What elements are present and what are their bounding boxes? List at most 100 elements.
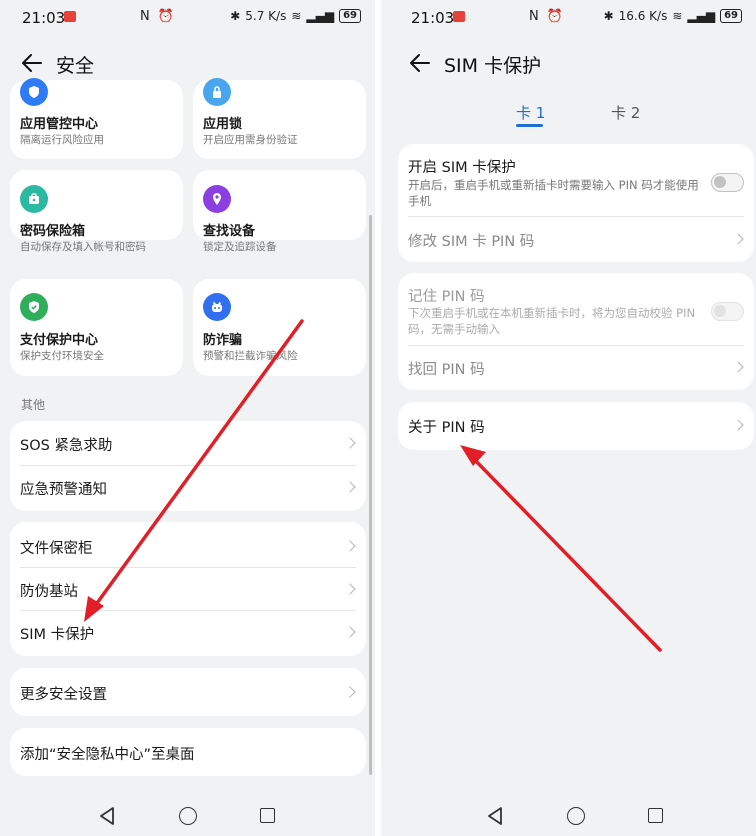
row-fake-base-station[interactable]: 防伪基站 xyxy=(10,568,366,610)
section-label-other: 其他 xyxy=(21,398,46,412)
tab-sim-1[interactable]: 卡 1 xyxy=(516,102,545,123)
nav-bar xyxy=(0,796,375,836)
tile-subtitle: 锁定及追踪设备 xyxy=(203,241,277,253)
tile-subtitle: 保护支付环境安全 xyxy=(20,350,104,362)
safe-box-icon xyxy=(20,185,48,213)
chevron-right-icon xyxy=(344,686,356,698)
row-label: 应急预警通知 xyxy=(20,482,107,498)
setting-description: 开启后，重启手机或重新插卡时需要输入 PIN 码才能使用手机 xyxy=(408,178,699,208)
chevron-right-icon xyxy=(344,540,356,552)
tile-subtitle: 开启应用需身份验证 xyxy=(203,134,298,146)
row-label: 修改 SIM 卡 PIN 码 xyxy=(408,234,535,250)
status-bar: 21:03 N ⏰ ✱ 5.7 K/s ≋ ▂▄▆ 69 xyxy=(0,0,375,36)
back-arrow-icon[interactable] xyxy=(408,52,432,74)
tile-subtitle: 预警和拦截诈骗风险 xyxy=(203,350,298,362)
tile-anti-fraud[interactable]: 防诈骗 预警和拦截诈骗风险 xyxy=(193,279,366,376)
chevron-right-icon xyxy=(344,481,356,493)
card-enable-protection: 开启 SIM 卡保护 开启后，重启手机或重新插卡时需要输入 PIN 码才能使用手… xyxy=(398,144,754,262)
shield-check-icon xyxy=(20,293,48,321)
status-icons: N ⏰ xyxy=(529,9,566,24)
page-title: SIM 卡保护 xyxy=(444,55,542,77)
row-file-safe[interactable]: 文件保密柜 xyxy=(10,522,366,566)
notification-icon xyxy=(64,11,76,22)
chevron-right-icon xyxy=(732,233,744,245)
chevron-right-icon xyxy=(732,361,744,373)
setting-title: 记住 PIN 码 xyxy=(408,289,485,305)
tile-find-device[interactable]: 查找设备 锁定及追踪设备 xyxy=(193,170,366,253)
tile-title: 防诈骗 xyxy=(203,333,243,348)
status-bar: 21:03 N ⏰ ✱ 16.6 K/s ≋ ▂▄▆ 69 xyxy=(381,0,756,36)
nav-back-icon[interactable] xyxy=(486,806,504,826)
setting-title: 开启 SIM 卡保护 xyxy=(408,160,516,176)
remember-pin-toggle[interactable] xyxy=(711,302,744,321)
row-sos[interactable]: SOS 紧急求助 xyxy=(10,421,366,465)
row-label: SOS 紧急求助 xyxy=(20,438,113,454)
status-time: 21:03 xyxy=(22,9,66,27)
battery-icon: 69 xyxy=(720,9,742,23)
chevron-right-icon xyxy=(344,583,356,595)
network-speed: 5.7 K/s xyxy=(245,9,287,23)
row-label: 防伪基站 xyxy=(20,584,78,600)
tile-title: 支付保护中心 xyxy=(20,333,99,348)
tile-subtitle: 自动保存及填入帐号和密码 xyxy=(20,241,146,253)
bluetooth-icon: ✱ xyxy=(230,9,241,23)
row-label: 文件保密柜 xyxy=(20,541,93,557)
row-label: 更多安全设置 xyxy=(20,687,107,703)
tab-sim-2[interactable]: 卡 2 xyxy=(611,102,640,123)
nav-back-icon[interactable] xyxy=(98,806,116,826)
tile-title: 应用锁 xyxy=(203,117,243,132)
nav-recent-icon[interactable] xyxy=(260,808,275,823)
enable-protection-toggle[interactable] xyxy=(711,173,744,192)
row-label: 添加“安全隐私中心”至桌面 xyxy=(20,747,195,763)
row-add-to-desktop[interactable]: 添加“安全隐私中心”至桌面 xyxy=(10,728,366,776)
status-right: ✱ 5.7 K/s ≋ ▂▄▆ 69 xyxy=(230,9,361,23)
bluetooth-icon: ✱ xyxy=(603,9,614,23)
row-about-pin[interactable]: 关于 PIN 码 xyxy=(398,402,754,450)
row-recover-pin[interactable]: 找回 PIN 码 xyxy=(398,346,754,390)
chevron-right-icon xyxy=(344,626,356,638)
right-screen: 21:03 N ⏰ ✱ 16.6 K/s ≋ ▂▄▆ 69 SIM 卡保护 卡 … xyxy=(381,0,756,836)
battery-icon: 69 xyxy=(339,9,361,23)
status-icons: N ⏰ xyxy=(140,9,177,24)
nav-bar xyxy=(381,796,756,836)
tile-payment-protection[interactable]: 支付保护中心 保护支付环境安全 xyxy=(10,279,183,376)
signal-icon: ▂▄▆ xyxy=(306,9,335,23)
network-speed: 16.6 K/s xyxy=(618,9,668,23)
back-arrow-icon[interactable] xyxy=(20,52,44,74)
card-remember-pin: 记住 PIN 码 下次重启手机或在本机重新插卡时，将为您自动校验 PIN 码，无… xyxy=(398,273,754,390)
page-title: 安全 xyxy=(56,55,95,77)
page-header: SIM 卡保护 xyxy=(381,40,756,86)
tile-app-control[interactable]: 应用管控中心 隔离运行风险应用 xyxy=(10,78,183,159)
nav-home-icon[interactable] xyxy=(179,807,197,825)
row-label: 关于 PIN 码 xyxy=(408,420,485,436)
sim-tabs: 卡 1 卡 2 xyxy=(381,100,756,130)
row-label: SIM 卡保护 xyxy=(20,627,95,643)
signal-icon: ▂▄▆ xyxy=(687,9,716,23)
nav-recent-icon[interactable] xyxy=(648,808,663,823)
row-emergency-alert[interactable]: 应急预警通知 xyxy=(10,466,366,510)
scrollbar[interactable] xyxy=(369,215,372,775)
row-label: 找回 PIN 码 xyxy=(408,362,485,378)
tile-password-vault[interactable]: 密码保险箱 自动保存及填入帐号和密码 xyxy=(10,170,183,253)
left-screen: 21:03 N ⏰ ✱ 5.7 K/s ≋ ▂▄▆ 69 安全 应用管控中心 隔… xyxy=(0,0,375,836)
status-right: ✱ 16.6 K/s ≋ ▂▄▆ 69 xyxy=(604,9,742,23)
setting-description: 下次重启手机或在本机重新插卡时，将为您自动校验 PIN 码，无需手动输入 xyxy=(408,306,696,336)
notification-icon xyxy=(453,11,465,22)
settings-group-security: 文件保密柜 防伪基站 SIM 卡保护 xyxy=(10,522,366,656)
anti-fraud-icon xyxy=(203,293,231,321)
row-sim-protection[interactable]: SIM 卡保护 xyxy=(10,611,366,655)
location-pin-icon xyxy=(203,185,231,213)
shield-icon xyxy=(20,78,48,106)
row-more-security-settings[interactable]: 更多安全设置 xyxy=(10,668,366,716)
tile-title: 查找设备 xyxy=(203,224,256,239)
tab-indicator xyxy=(516,124,543,127)
chevron-right-icon xyxy=(344,437,356,449)
nav-home-icon[interactable] xyxy=(567,807,585,825)
wifi-icon: ≋ xyxy=(672,9,683,23)
wifi-icon: ≋ xyxy=(291,9,302,23)
tile-subtitle: 隔离运行风险应用 xyxy=(20,134,104,146)
row-change-pin[interactable]: 修改 SIM 卡 PIN 码 xyxy=(398,217,754,261)
lock-icon xyxy=(203,78,231,106)
tile-app-lock[interactable]: 应用锁 开启应用需身份验证 xyxy=(193,78,366,159)
status-time: 21:03 xyxy=(411,9,455,27)
